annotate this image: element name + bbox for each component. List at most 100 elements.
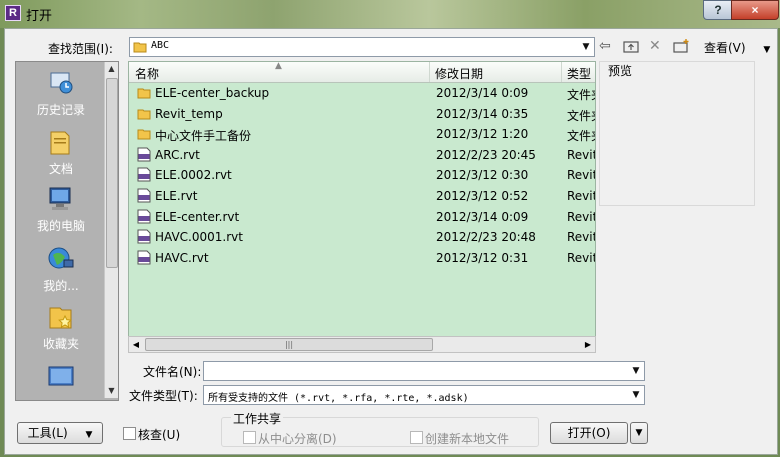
up-folder-icon[interactable]: [623, 39, 639, 53]
file-date: 2012/3/12 1:20: [436, 127, 529, 142]
file-row[interactable]: ELE.0002.rvt 2012/3/12 0:30 Revit: [129, 165, 595, 185]
new-folder-icon[interactable]: [673, 39, 690, 53]
file-date: 2012/3/12 0:52: [436, 189, 529, 203]
scroll-left-icon[interactable]: ◀: [129, 337, 143, 352]
file-name: ELE-center.rvt: [155, 209, 240, 224]
rvt-file-icon: [137, 209, 151, 224]
scroll-up-icon[interactable]: ▲: [105, 62, 118, 76]
dialog-body: 查找范围(I): ABC ▼ ⇦ ✕ 查看(V) ▼ 历史记录 文档 我的电脑 …: [4, 28, 778, 455]
preview-pane: 预览: [599, 61, 755, 206]
file-row[interactable]: HAVC.rvt 2012/3/12 0:31 Revit: [129, 248, 595, 268]
network-icon: [48, 247, 74, 269]
places-scrollbar[interactable]: ▲ ▼: [104, 62, 118, 398]
column-name-header[interactable]: 名称: [135, 65, 159, 82]
file-row[interactable]: HAVC.0001.rvt 2012/2/23 20:48 Revit: [129, 227, 595, 247]
column-divider[interactable]: [561, 62, 562, 82]
file-date: 2012/3/12 0:30: [436, 168, 529, 183]
tools-button[interactable]: 工具(L) ▼: [17, 422, 103, 444]
chevron-down-icon: ▼: [763, 45, 771, 55]
file-list[interactable]: 名称 ▲ 修改日期 类型 ELE-center_backup 2012/3/14 …: [128, 61, 596, 353]
file-date: 2012/3/14 0:09: [436, 86, 529, 100]
file-row[interactable]: Revit_temp 2012/3/14 0:35 文件夹: [129, 104, 595, 124]
file-row[interactable]: 中心文件手工备份 2012/3/12 1:20 文件夹: [129, 124, 595, 144]
create-local-checkbox[interactable]: [410, 431, 423, 444]
column-date-header[interactable]: 修改日期: [435, 65, 483, 82]
help-button[interactable]: ?: [703, 0, 733, 20]
lookin-label: 查找范围(I):: [48, 42, 113, 56]
filename-input[interactable]: ▼: [203, 361, 645, 381]
chevron-down-icon[interactable]: ▼: [629, 363, 643, 379]
folder-icon: [137, 129, 151, 140]
preview-label: 预览: [608, 64, 633, 78]
file-list-hscrollbar[interactable]: ◀ ||| ▶: [128, 336, 596, 353]
worksharing-title: 工作共享: [231, 410, 284, 427]
scroll-thumb[interactable]: [106, 78, 118, 268]
audit-checkbox[interactable]: [123, 427, 136, 440]
scroll-right-icon[interactable]: ▶: [581, 337, 595, 352]
filetype-dropdown[interactable]: 所有受支持的文件 (*.rvt, *.rfa, *.rte, *.adsk) ▼: [203, 385, 645, 405]
file-date: 2012/3/12 0:31: [436, 250, 529, 265]
folder-icon: [137, 88, 151, 99]
file-row[interactable]: ELE.rvt 2012/3/12 0:52 Revit: [129, 186, 595, 206]
lookin-value: ABC: [151, 40, 170, 51]
file-name: ELE-center_backup: [155, 86, 270, 100]
audit-label: 核查(U): [138, 428, 181, 442]
scroll-thumb[interactable]: |||: [145, 338, 433, 351]
file-type: 文件夹: [567, 129, 595, 144]
file-row[interactable]: ELE-center.rvt 2012/3/14 0:09 Revit: [129, 207, 595, 227]
places-bar: 历史记录 文档 我的电脑 我的... 收藏夹 ▲ ▼: [15, 61, 119, 401]
file-date: 2012/2/23 20:45: [436, 147, 536, 162]
file-type: 文件夹: [567, 108, 595, 123]
file-name: HAVC.0001.rvt: [155, 230, 243, 245]
chevron-down-icon: ▼: [85, 430, 93, 440]
file-name: ELE.0002.rvt: [155, 168, 232, 183]
list-header: 名称 ▲ 修改日期 类型: [129, 62, 595, 83]
file-row[interactable]: ELE-center_backup 2012/3/14 0:09 文件夹: [129, 83, 595, 103]
place-label: 历史记录: [36, 103, 85, 117]
place-computer[interactable]: 我的电脑: [16, 186, 106, 234]
file-type: Revit: [567, 168, 596, 183]
folder-icon: [133, 42, 147, 53]
window-title: 打开: [26, 9, 53, 24]
file-name: HAVC.rvt: [155, 250, 209, 265]
chevron-down-icon[interactable]: ▼: [629, 387, 643, 403]
file-row[interactable]: ARC.rvt 2012/2/23 20:45 Revit: [129, 145, 595, 165]
place-label: 我的电脑: [36, 219, 85, 233]
filetype-value: 所有受支持的文件 (*.rvt, *.rfa, *.rte, *.adsk): [208, 393, 469, 404]
lookin-dropdown[interactable]: ABC ▼: [129, 37, 595, 57]
place-history[interactable]: 历史记录: [16, 70, 106, 118]
place-desktop[interactable]: [16, 364, 106, 395]
open-button[interactable]: 打开(O): [550, 422, 628, 444]
file-name: ARC.rvt: [155, 147, 200, 162]
history-icon: [50, 72, 73, 94]
open-dialog: R 打开 ? × 查找范围(I): ABC ▼ ⇦ ✕ 查看(V) ▼ 历史记录…: [0, 0, 780, 457]
documents-icon: [50, 131, 70, 155]
detach-checkbox[interactable]: [243, 431, 256, 444]
revit-app-icon: R: [5, 5, 21, 21]
column-divider[interactable]: [429, 62, 430, 82]
rvt-file-icon: [137, 229, 151, 244]
file-type: Revit: [567, 147, 596, 162]
open-options-dropdown[interactable]: ▼: [630, 422, 648, 444]
scroll-down-icon[interactable]: ▼: [105, 384, 118, 398]
delete-icon[interactable]: ✕: [649, 39, 661, 53]
column-type-header[interactable]: 类型: [567, 65, 591, 82]
chevron-down-icon[interactable]: ▼: [579, 39, 593, 55]
place-documents[interactable]: 文档: [16, 129, 106, 177]
place-label: 我的...: [43, 279, 79, 293]
create-local-label: 创建新本地文件: [425, 432, 510, 446]
file-type: 文件夹: [567, 88, 595, 102]
rvt-file-icon: [137, 188, 151, 203]
back-arrow-icon[interactable]: ⇦: [599, 39, 611, 53]
title-bar[interactable]: R 打开 ? ×: [0, 0, 780, 28]
file-date: 2012/3/14 0:09: [436, 209, 529, 224]
place-label: 收藏夹: [42, 337, 79, 351]
view-menu-button[interactable]: 查看(V) ▼: [704, 39, 770, 56]
desktop-icon: [48, 366, 74, 386]
view-label: 查看(V): [704, 41, 746, 55]
rvt-file-icon: [137, 167, 151, 182]
chevron-down-icon: ▼: [635, 428, 643, 438]
place-favorites[interactable]: 收藏夹: [16, 304, 106, 352]
close-button[interactable]: ×: [731, 0, 779, 20]
place-network[interactable]: 我的...: [16, 246, 106, 294]
